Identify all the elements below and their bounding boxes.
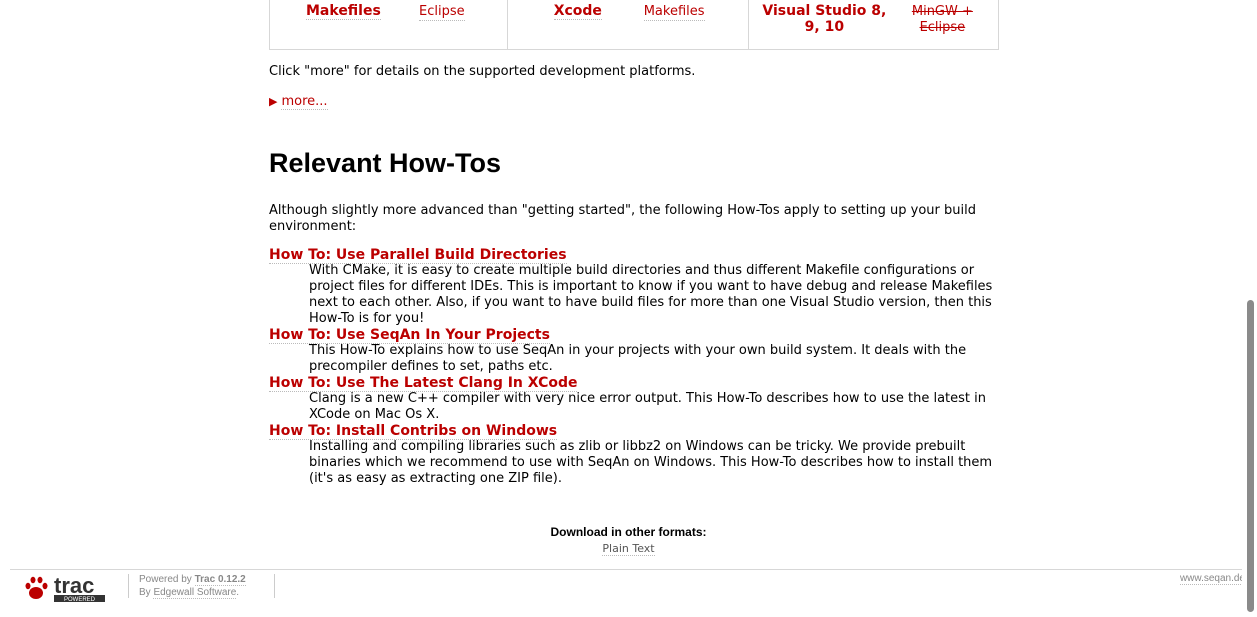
- platform-cell-xcode: Xcode Makefiles: [508, 0, 750, 49]
- platform-visual-studio-link[interactable]: Visual Studio 8, 9, 10: [755, 3, 893, 35]
- more-info-text: Click "more" for details on the supporte…: [269, 64, 696, 79]
- more-toggle[interactable]: ▶ more...: [269, 94, 328, 110]
- download-formats-label: Download in other formats:: [550, 525, 707, 539]
- site-link[interactable]: www.seqan.de: [1179, 573, 1245, 585]
- howto-desc-contribs-windows: Installing and compiling libraries such …: [309, 439, 993, 486]
- footer-divider: [10, 569, 1247, 570]
- trac-logo-text: trac: [54, 574, 94, 598]
- howto-link-contribs-windows[interactable]: How To: Install Contribs on Windows: [269, 423, 558, 440]
- platform-eclipse-link[interactable]: Eclipse: [419, 4, 465, 21]
- edgewall-link[interactable]: Edgewall Software: [153, 587, 237, 599]
- howto-link-parallel-build[interactable]: How To: Use Parallel Build Directories: [269, 247, 567, 264]
- platform-cell-visual-studio: Visual Studio 8, 9, 10 MinGW + Eclipse: [749, 0, 998, 49]
- plain-text-link[interactable]: Plain Text: [602, 542, 655, 556]
- download-plain-text: Plain Text: [0, 542, 1257, 556]
- more-link-label: more...: [281, 94, 328, 110]
- platform-mingw-eclipse-link[interactable]: MinGW + Eclipse: [905, 4, 979, 36]
- howto-desc-seqan-projects: This How-To explains how to use SeqAn in…: [309, 343, 967, 374]
- scrollbar-thumb[interactable]: [1247, 300, 1254, 612]
- howto-desc-clang-xcode: Clang is a new C++ compiler with very ni…: [309, 391, 986, 422]
- footer-separator-2: [274, 574, 275, 598]
- by-prefix: By: [139, 587, 154, 598]
- footer-separator: [128, 574, 129, 598]
- platform-makefiles-link[interactable]: Makefiles: [306, 3, 381, 20]
- powered-prefix: Powered by: [139, 574, 195, 585]
- howto-desc-parallel-build: With CMake, it is easy to create multipl…: [309, 263, 993, 326]
- howto-link-clang-xcode[interactable]: How To: Use The Latest Clang In XCode: [269, 375, 578, 392]
- howtos-intro: Although slightly more advanced than "ge…: [269, 203, 976, 234]
- trac-version-link[interactable]: Trac 0.12.2: [194, 574, 246, 586]
- platform-cell-makefiles: Makefiles Eclipse: [270, 0, 508, 49]
- section-heading: Relevant How-Tos: [269, 148, 502, 178]
- platform-xcode-makefiles-link[interactable]: Makefiles: [643, 4, 705, 21]
- expand-triangle-icon: ▶: [269, 95, 278, 108]
- platform-table: Makefiles Eclipse Xcode Makefiles Visual…: [269, 0, 999, 50]
- powered-by: Powered by Trac 0.12.2 By Edgewall Softw…: [139, 573, 246, 599]
- by-suffix: .: [236, 587, 240, 598]
- howto-link-seqan-projects[interactable]: How To: Use SeqAn In Your Projects: [269, 327, 550, 344]
- trac-paw-icon: trac POWERED: [25, 573, 105, 603]
- trac-logo[interactable]: trac POWERED: [24, 573, 108, 604]
- trac-logo-powered: POWERED: [64, 597, 96, 603]
- platform-xcode-link[interactable]: Xcode: [553, 3, 602, 20]
